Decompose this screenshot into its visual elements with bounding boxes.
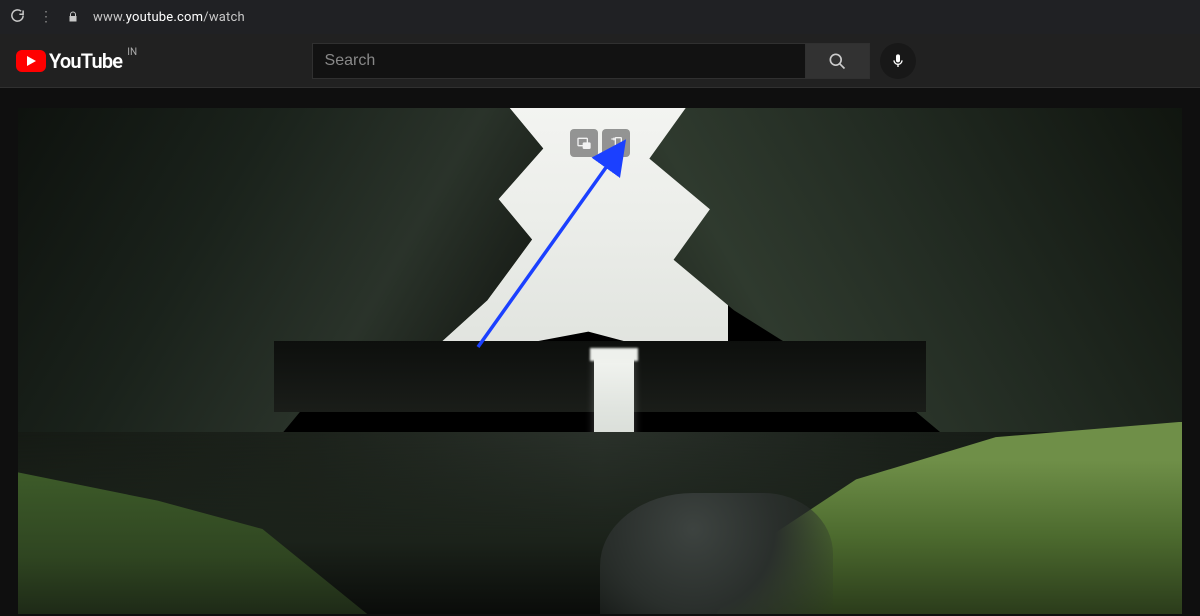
fit-icon: [608, 135, 624, 151]
video-player[interactable]: [18, 108, 1182, 614]
search-icon: [827, 51, 847, 71]
browser-address-bar: ⋮ www.youtube.com/watch: [0, 0, 1200, 34]
voice-search-button[interactable]: [880, 43, 916, 79]
ext-pip-button[interactable]: [570, 129, 598, 157]
video-frame-scene: [18, 108, 1182, 614]
ext-fit-button[interactable]: [602, 129, 630, 157]
pip-icon: [576, 135, 592, 151]
youtube-header: YouTube IN: [0, 34, 1200, 88]
reload-icon[interactable]: [10, 8, 25, 27]
youtube-logo[interactable]: YouTube IN: [16, 49, 137, 73]
search-button[interactable]: [806, 43, 870, 79]
lock-icon: [67, 8, 79, 27]
url-text[interactable]: www.youtube.com/watch: [93, 10, 245, 25]
search-input[interactable]: [312, 43, 806, 79]
mic-icon: [890, 53, 906, 69]
youtube-play-icon: [16, 50, 46, 72]
youtube-wordmark: YouTube: [49, 49, 122, 73]
country-code: IN: [127, 47, 137, 58]
menu-dots-icon[interactable]: ⋮: [39, 9, 53, 25]
search-bar: [312, 43, 916, 79]
extension-overlay-controls: [570, 129, 630, 157]
page-content: [0, 88, 1200, 614]
